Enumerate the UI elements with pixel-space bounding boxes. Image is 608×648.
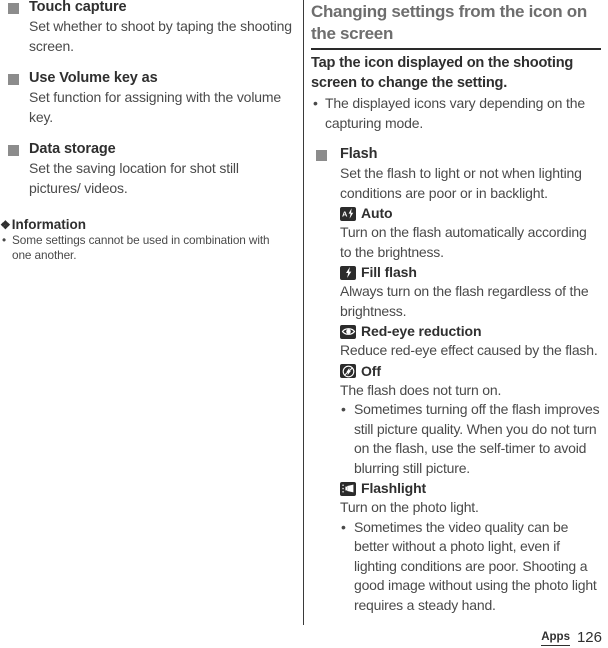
setting-use-volume-key-as: Use Volume key as Set function for assig… (0, 69, 292, 127)
flash-option-label: Fill flash (361, 264, 417, 280)
footer-page-number: 126 (576, 629, 602, 646)
information-item-text: Some settings cannot be used in combinat… (12, 233, 270, 262)
lead-bullet-item: • The displayed icons vary depending on … (311, 94, 601, 133)
bullet-dot-icon: • (341, 401, 346, 417)
flash-option-description: The flash does not turn on. (340, 381, 502, 398)
information-heading: ❖Information (0, 217, 292, 232)
setting-description: Set function for assigning with the volu… (29, 89, 282, 125)
flash-off-icon (340, 364, 356, 378)
flash-option-flashlight: Flashlight (340, 479, 601, 498)
setting-title: Flash (340, 146, 378, 162)
flash-off-note: • Sometimes turning off the flash improv… (340, 400, 601, 478)
flash-off-note-text: Sometimes turning off the flash improves… (354, 401, 600, 476)
column-divider (303, 0, 304, 625)
bullet-dot-icon: • (341, 518, 346, 535)
page-footer: Apps 126 (541, 630, 602, 646)
flash-fill-icon (340, 265, 356, 280)
lead-bullet-text: The displayed icons vary depending on th… (325, 95, 586, 131)
svg-text:A: A (342, 210, 348, 219)
square-bullet-icon (8, 74, 19, 85)
setting-data-storage: Data storage Set the saving location for… (0, 140, 292, 198)
square-bullet-icon (316, 150, 327, 161)
square-bullet-icon (8, 145, 19, 156)
right-column: Changing settings from the icon on the s… (311, 0, 601, 626)
flash-option-label: Red-eye reduction (361, 323, 482, 339)
information-block: ❖Information • Some settings cannot be u… (0, 217, 292, 263)
setting-title: Data storage (29, 141, 116, 157)
flash-option-description: Turn on the flash automatically accordin… (340, 224, 587, 260)
bullet-dot-icon: • (2, 233, 7, 247)
footer-chapter-label: Apps (541, 631, 570, 646)
flash-option-red-eye-reduction: Red-eye reduction (340, 322, 601, 341)
flashlight-icon (340, 481, 356, 496)
setting-title: Touch capture (29, 0, 127, 15)
heading-rule (311, 48, 601, 50)
red-eye-icon (340, 324, 356, 339)
flash-option-description: Reduce red-eye effect caused by the flas… (340, 342, 598, 358)
information-item: • Some settings cannot be used in combin… (0, 233, 292, 263)
flash-option-label: Flashlight (361, 480, 427, 496)
flash-option-description: Turn on the photo light. (340, 499, 479, 515)
setting-description: Set the saving location for shot still p… (29, 160, 239, 196)
setting-flash: Flash Set the flash to light or not when… (311, 145, 601, 615)
flashlight-note: • Sometimes the video quality can be bet… (340, 518, 601, 616)
setting-touch-capture: Touch capture Set whether to shoot by ta… (0, 0, 292, 56)
setting-description: Set whether to shoot by taping the shoot… (29, 18, 292, 54)
bullet-dot-icon: • (313, 95, 318, 111)
flash-option-fill-flash: Fill flash (340, 263, 601, 282)
flash-option-label: Auto (361, 205, 393, 221)
manual-page: Touch capture Set whether to shoot by ta… (0, 0, 608, 648)
square-bullet-icon (8, 3, 19, 14)
lead-paragraph: Tap the icon displayed on the shooting s… (311, 55, 574, 91)
flash-option-description: Always turn on the flash regardless of t… (340, 283, 589, 319)
section-heading: Changing settings from the icon on the s… (311, 2, 587, 43)
flash-option-label: Off (361, 362, 381, 379)
information-heading-label: Information (11, 217, 87, 232)
setting-description: Set the flash to light or not when light… (340, 165, 582, 201)
flash-auto-icon: A (340, 206, 356, 221)
setting-title: Use Volume key as (29, 70, 158, 86)
left-column: Touch capture Set whether to shoot by ta… (0, 0, 292, 263)
flash-option-off: Off (340, 362, 601, 381)
flashlight-note-text: Sometimes the video quality can be bette… (354, 518, 597, 613)
flash-option-auto: A Auto (340, 204, 601, 223)
diamond-icon: ❖ (0, 218, 11, 232)
